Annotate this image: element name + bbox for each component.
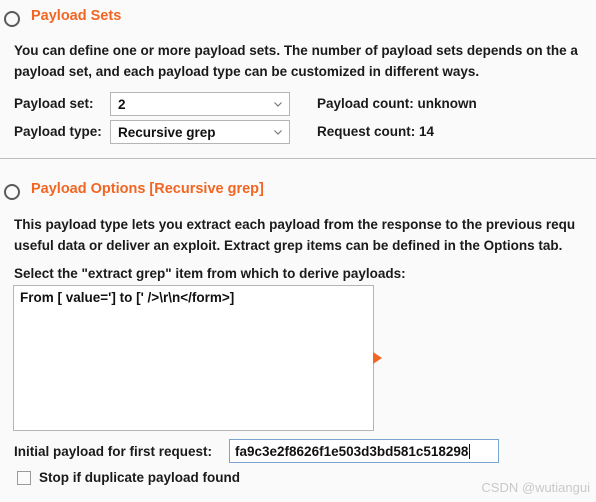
- request-count-value: 14: [419, 124, 435, 139]
- payload-type-selected-value: Recursive grep: [118, 124, 216, 140]
- text-caret: [469, 443, 471, 459]
- watermark-text: CSDN @wutiangui: [481, 480, 590, 495]
- payload-set-label: Payload set:: [14, 96, 94, 111]
- payload-count: Payload count: unknown: [317, 96, 477, 111]
- payload-options-description-line-1: This payload type lets you extract each …: [14, 217, 576, 232]
- orange-play-arrow-icon: [373, 352, 382, 364]
- extract-grep-select-label: Select the "extract grep" item from whic…: [14, 266, 406, 281]
- chevron-down-icon: [271, 125, 285, 139]
- payload-set-dropdown[interactable]: 2: [110, 92, 290, 116]
- payload-count-label: Payload count:: [317, 96, 414, 111]
- request-count-label: Request count:: [317, 124, 416, 139]
- stop-duplicate-payload-checkbox[interactable]: [17, 470, 31, 485]
- section-title-payload-sets: Payload Sets: [31, 8, 122, 24]
- section-title-payload-options: Payload Options [Recursive grep]: [31, 181, 264, 197]
- chevron-down-icon: [271, 97, 285, 111]
- payload-type-label: Payload type:: [14, 124, 102, 139]
- list-item[interactable]: From [ value='] to [' />\r\n</form>]: [14, 286, 373, 305]
- payload-options-description-line-2: useful data or deliver an exploit. Extra…: [14, 238, 563, 253]
- stop-duplicate-payload-label: Stop if duplicate payload found: [39, 470, 240, 485]
- initial-payload-label: Initial payload for first request:: [14, 444, 213, 459]
- initial-payload-value: fa9c3e2f8626f1e503d3bd581c518298: [235, 443, 469, 459]
- payload-set-selected-value: 2: [118, 96, 126, 112]
- payload-sets-description-line-2: payload set, and each payload type can b…: [14, 64, 480, 79]
- extract-grep-listbox[interactable]: From [ value='] to [' />\r\n</form>]: [13, 285, 374, 431]
- payload-sets-description-line-1: You can define one or more payload sets.…: [14, 43, 578, 58]
- stop-duplicate-payload-row[interactable]: Stop if duplicate payload found: [17, 470, 240, 485]
- circle-collapse-icon[interactable]: [4, 184, 20, 200]
- circle-collapse-icon[interactable]: [4, 11, 20, 27]
- initial-payload-input[interactable]: fa9c3e2f8626f1e503d3bd581c518298: [229, 439, 499, 463]
- payload-type-dropdown[interactable]: Recursive grep: [110, 120, 290, 144]
- section-divider: [0, 158, 596, 159]
- payload-count-value: unknown: [417, 96, 477, 111]
- request-count: Request count: 14: [317, 124, 434, 139]
- burp-intruder-payloads-panel: Payload Sets You can define one or more …: [0, 0, 596, 502]
